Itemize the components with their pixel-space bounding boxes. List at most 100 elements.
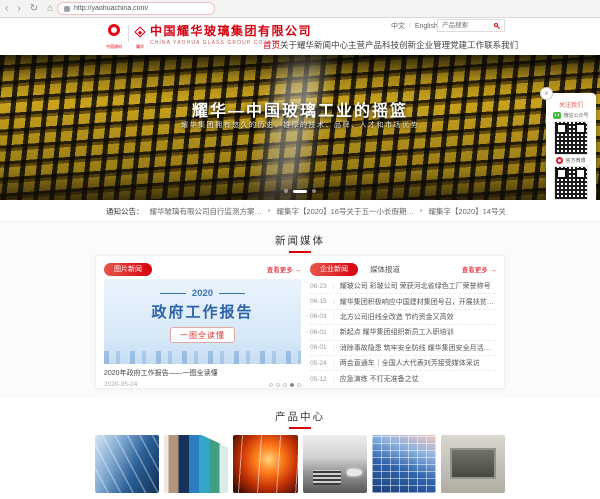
close-icon[interactable]: × (540, 87, 553, 100)
carousel-dot[interactable] (276, 383, 280, 387)
photo-news-column: 图片新闻 查看更多 → 2020 政府工作报告 一图全读懂 2020年政府工作报… (104, 262, 301, 388)
row-divider: | (333, 360, 335, 367)
row-divider: | (333, 376, 335, 383)
notice-item[interactable]: 耀集字【2020】14号关于转发抗疫科技… (428, 206, 505, 217)
product-image-architectural-glass[interactable] (95, 435, 159, 493)
yaohua-logo[interactable]: 耀华 (132, 23, 148, 49)
browser-toolbar: ‹ › ↻ ⌂ ☆ http://yaohuachina.com/ (0, 0, 600, 18)
product-image-solar-glass[interactable] (372, 435, 436, 493)
slide-caption[interactable]: 2020年政府工作报告——一图全读懂 (104, 368, 301, 378)
carousel-dot[interactable] (269, 383, 273, 387)
nav-home[interactable]: 首页 (263, 39, 280, 51)
products-section-title: 产品中心 (0, 409, 600, 424)
url-text[interactable]: http://yaohuachina.com/ (74, 5, 148, 12)
wechat-row: 微信公众号 (546, 112, 596, 119)
search-input[interactable] (438, 20, 489, 31)
row-divider: | (333, 313, 335, 320)
follow-us-title: 关注我们 (546, 100, 596, 109)
news-date: 06-15 (310, 298, 332, 305)
banner-title: 耀华—中国玻璃工业的摇篮 (0, 97, 600, 121)
search-button[interactable] (489, 20, 504, 31)
address-bar[interactable]: http://yaohuachina.com/ (57, 2, 215, 15)
news-row[interactable]: 06-15| 耀华集团积极响应中国建材集团号召，开展扶贫活动 (310, 294, 496, 309)
photo-news-more-link[interactable]: 查看更多 → (267, 264, 301, 274)
notice-item[interactable]: 耀集字【2020】16号关于五一小长假期… (276, 206, 414, 217)
site-header: 中国建材 耀华 中国耀华玻璃集团有限公司 CHINA YAOHUA GLASS … (0, 18, 600, 55)
nav-contact[interactable]: 联系我们 (484, 39, 518, 51)
news-title: 消除事故隐患 筑牢安全防线 耀华集团安全月活动启动 (340, 343, 496, 353)
product-image-processing-equipment[interactable] (441, 435, 505, 493)
notice-bar: 通知公告： 耀华玻璃有限公司自行监测方案… • 耀集字【2020】16号关于五一… (0, 200, 600, 222)
yaohua-logo-caption: 耀华 (132, 45, 148, 49)
news-date: 06-01 (310, 344, 332, 351)
car-headlamp (347, 469, 361, 476)
news-row[interactable]: 06-23| 耀玻公司 彩玻公司 荣获河北省绿色工厂荣誉称号 (310, 279, 496, 294)
lang-divider: | (409, 23, 411, 30)
group-logo[interactable]: 中国建材 (104, 23, 124, 49)
news-title: 新起点 耀华集团组织新员工入职培训 (340, 327, 454, 337)
news-date: 05-12 (310, 376, 332, 383)
news-row[interactable]: 05-12| 应急演练 不打无准备之仗 (310, 371, 496, 386)
nav-products[interactable]: 主营产品 (348, 39, 382, 51)
hero-banner[interactable]: 耀华—中国玻璃工业的摇篮 耀华集团拥有悠久的历史，雄厚的技术、品牌、人才和市场优… (0, 55, 600, 200)
logo-divider (128, 25, 129, 42)
slide-caption-bar: 2020年政府工作报告——一图全读懂 2020-05-24 (104, 368, 301, 388)
news-title: 北方公司旧线全改造 节约资金又高效 (340, 312, 454, 322)
notice-label: 通知公告： (106, 206, 144, 217)
news-row[interactable]: 06-01|消除事故隐患 筑牢安全防线 耀华集团安全月活动启动 (310, 341, 496, 356)
lang-en-link[interactable]: English (415, 23, 438, 30)
forward-icon[interactable]: › (17, 4, 20, 14)
tab-media-reports[interactable]: 媒体报道 (370, 264, 400, 275)
company-news-more-link[interactable]: 查看更多 → (462, 264, 496, 274)
tab-company-news[interactable]: 企业新闻 (310, 263, 358, 276)
notice-item[interactable]: 耀华玻璃有限公司自行监测方案… (150, 206, 263, 217)
nav-technology[interactable]: 科技创新 (382, 39, 416, 51)
slide-title: 政府工作报告 (104, 301, 301, 322)
news-title: 耀华集团积极响应中国建材集团号召，开展扶贫活动 (340, 297, 496, 307)
news-date: 06-03 (310, 313, 332, 320)
banner-subtitle: 耀华集团拥有悠久的历史，雄厚的技术、品牌、人才和市场优势 (0, 120, 600, 130)
tab-photo-news[interactable]: 图片新闻 (104, 263, 152, 276)
carousel-dot[interactable] (297, 383, 301, 387)
back-icon[interactable]: ‹ (5, 4, 8, 14)
news-date: 06-23 (310, 283, 332, 290)
carousel-dot[interactable] (283, 383, 287, 387)
title-underline (289, 427, 311, 429)
news-row[interactable]: 06-03| 北方公司旧线全改造 节约资金又高效 (310, 310, 496, 325)
refresh-icon[interactable]: ↻ (30, 4, 38, 14)
news-row[interactable]: 06-02|新起点 耀华集团组织新员工入职培训 (310, 325, 496, 340)
nav-management[interactable]: 企业管理 (416, 39, 450, 51)
product-image-tinted-glass-sheets[interactable] (164, 435, 228, 493)
machine-bed (450, 448, 496, 479)
nav-party[interactable]: 党建工作 (450, 39, 484, 51)
photo-news-slide[interactable]: 2020 政府工作报告 一图全读懂 (104, 279, 301, 364)
row-divider: | (333, 283, 335, 290)
carousel-dot-active[interactable] (290, 383, 294, 387)
carousel-dot-active[interactable] (293, 190, 307, 193)
slide-button[interactable]: 一图全读懂 (170, 327, 235, 343)
news-date: 05-24 (310, 360, 332, 367)
home-icon[interactable]: ⌂ (47, 4, 53, 14)
news-title: 耀玻公司 彩玻公司 荣获河北省绿色工厂荣誉称号 (340, 281, 491, 291)
lang-zh-link[interactable]: 中文 (391, 21, 405, 31)
photo-carousel-dots (269, 383, 301, 387)
wechat-qr-code (554, 121, 588, 155)
product-image-automotive-glass[interactable] (303, 435, 367, 493)
news-row[interactable]: 05-24|两会直通车｜全国人大代表刘芳接受媒体采访 (310, 356, 496, 371)
carousel-dot[interactable] (284, 189, 288, 193)
news-list: 06-23|耀玻公司 彩玻公司 荣获河北省绿色工厂荣誉称号 06-15|耀华集团… (310, 279, 496, 387)
group-logo-caption: 中国建材 (104, 45, 124, 49)
banner-carousel-indicators (0, 189, 600, 193)
row-divider: | (333, 298, 335, 305)
nav-news[interactable]: 新闻中心 (314, 39, 348, 51)
products-section-header: 产品中心 (0, 398, 600, 429)
carousel-dot[interactable] (312, 189, 316, 193)
news-date: 06-02 (310, 329, 332, 336)
news-section-title: 新闻媒体 (0, 233, 600, 248)
product-search (437, 19, 505, 32)
nav-about[interactable]: 关于耀华 (280, 39, 314, 51)
product-image-fireproof-glass[interactable] (233, 435, 297, 493)
news-title: 应急演练 不打无准备之仗 (340, 374, 419, 384)
bullet-icon: • (268, 208, 270, 215)
car-grille (313, 470, 341, 485)
